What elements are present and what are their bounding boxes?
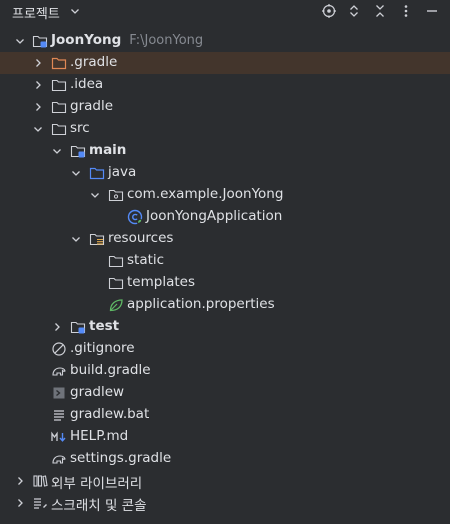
folder-icon [108,275,124,291]
tree-row-resources[interactable]: resources [0,228,450,250]
package-icon [108,187,124,203]
more-options-icon[interactable] [398,3,414,19]
tree-row-external-libraries[interactable]: 외부 라이브러리 [0,470,450,492]
text-file-icon [51,407,67,423]
folder-icon [51,99,67,115]
tree-row-gradlew[interactable]: gradlew [0,382,450,404]
tree-label: JoonYongApplication [146,208,283,224]
tree-label: .gitignore [70,340,135,356]
tree-label: resources [108,230,174,246]
chevron-down-icon[interactable] [89,189,101,201]
chevron-right-icon[interactable] [32,101,44,113]
shell-script-icon [51,385,67,401]
tree-label: gradlew.bat [70,406,150,422]
tree-row-gradlew-bat[interactable]: gradlew.bat [0,404,450,426]
resources-folder-icon [89,231,105,247]
project-tool-window-header: 프로젝트 [0,0,450,22]
tree-row-templates[interactable]: templates [0,272,450,294]
tree-label: java [108,164,137,180]
tree-row-help-md[interactable]: HELP.md [0,426,450,448]
chevron-down-icon[interactable] [70,167,82,179]
tree-label: 외부 라이브러리 [51,476,143,492]
spring-properties-icon [108,297,124,313]
tree-row-idea[interactable]: .idea [0,74,450,96]
tree-label: application.properties [127,296,275,312]
tree-row-main[interactable]: main [0,140,450,162]
source-set-folder-icon [70,319,86,335]
tree-label: main [89,142,127,158]
gradle-elephant-icon [51,451,67,467]
tree-row-package[interactable]: com.example.JoonYong [0,184,450,206]
tree-label: gradle [70,98,114,114]
excluded-folder-icon [51,55,67,71]
locate-icon[interactable] [321,3,337,19]
folder-icon [108,253,124,269]
ignore-file-icon [51,341,67,357]
markdown-icon [51,429,67,445]
root-project-label: JoonYong F:\JoonYong [51,32,203,48]
source-set-folder-icon [70,143,86,159]
chevron-right-icon[interactable] [51,321,63,333]
root-name: JoonYong [51,32,122,48]
tree-row-gradle[interactable]: gradle [0,96,450,118]
chevron-right-icon[interactable] [32,57,44,69]
tree-row-gitignore[interactable]: .gitignore [0,338,450,360]
root-path: F:\JoonYong [129,33,204,48]
tree-row-settings-gradle[interactable]: settings.gradle [0,448,450,470]
tree-row-gradle-hidden[interactable]: .gradle [0,52,450,74]
tree-label: settings.gradle [70,450,172,466]
tree-row-java[interactable]: java [0,162,450,184]
minimize-icon[interactable] [424,3,440,19]
tree-row-test[interactable]: test [0,316,450,338]
collapse-all-icon[interactable] [372,3,388,19]
chevron-down-icon[interactable] [69,5,81,21]
tree-row-application-class[interactable]: JoonYongApplication [0,206,450,228]
source-root-folder-icon [89,165,105,181]
tree-label: .gradle [70,54,118,70]
tree-label: static [127,252,165,268]
tree-label: 스크래치 및 콘솔 [51,498,147,514]
scratches-icon [32,495,48,511]
folder-icon [51,77,67,93]
chevron-down-icon[interactable] [51,145,63,157]
tree-label: com.example.JoonYong [127,186,284,202]
tree-label: HELP.md [70,428,129,444]
library-icon [32,473,48,489]
tree-row-scratches[interactable]: 스크래치 및 콘솔 [0,492,450,514]
spring-boot-class-icon [127,209,143,225]
folder-icon [51,121,67,137]
chevron-down-icon[interactable] [70,233,82,245]
tree-label: src [70,120,90,136]
expand-collapse-icon[interactable] [346,3,362,19]
tree-label: test [89,318,120,334]
tool-window-title[interactable]: 프로젝트 [12,3,60,22]
chevron-right-icon[interactable] [32,79,44,91]
tree-label: gradlew [70,384,125,400]
chevron-right-icon[interactable] [14,475,26,487]
tree-label: .idea [70,76,104,92]
tree-label: build.gradle [70,362,151,378]
chevron-right-icon[interactable] [14,497,26,509]
tree-row-src[interactable]: src [0,118,450,140]
tree-row-build-gradle[interactable]: build.gradle [0,360,450,382]
tree-row-static[interactable]: static [0,250,450,272]
tree-row-root[interactable]: JoonYong F:\JoonYong [0,30,450,52]
gradle-elephant-icon [51,363,67,379]
tree-row-application-properties[interactable]: application.properties [0,294,450,316]
module-folder-icon [32,33,48,49]
chevron-down-icon[interactable] [32,123,44,135]
tree-label: templates [127,274,195,290]
chevron-down-icon[interactable] [14,35,26,47]
